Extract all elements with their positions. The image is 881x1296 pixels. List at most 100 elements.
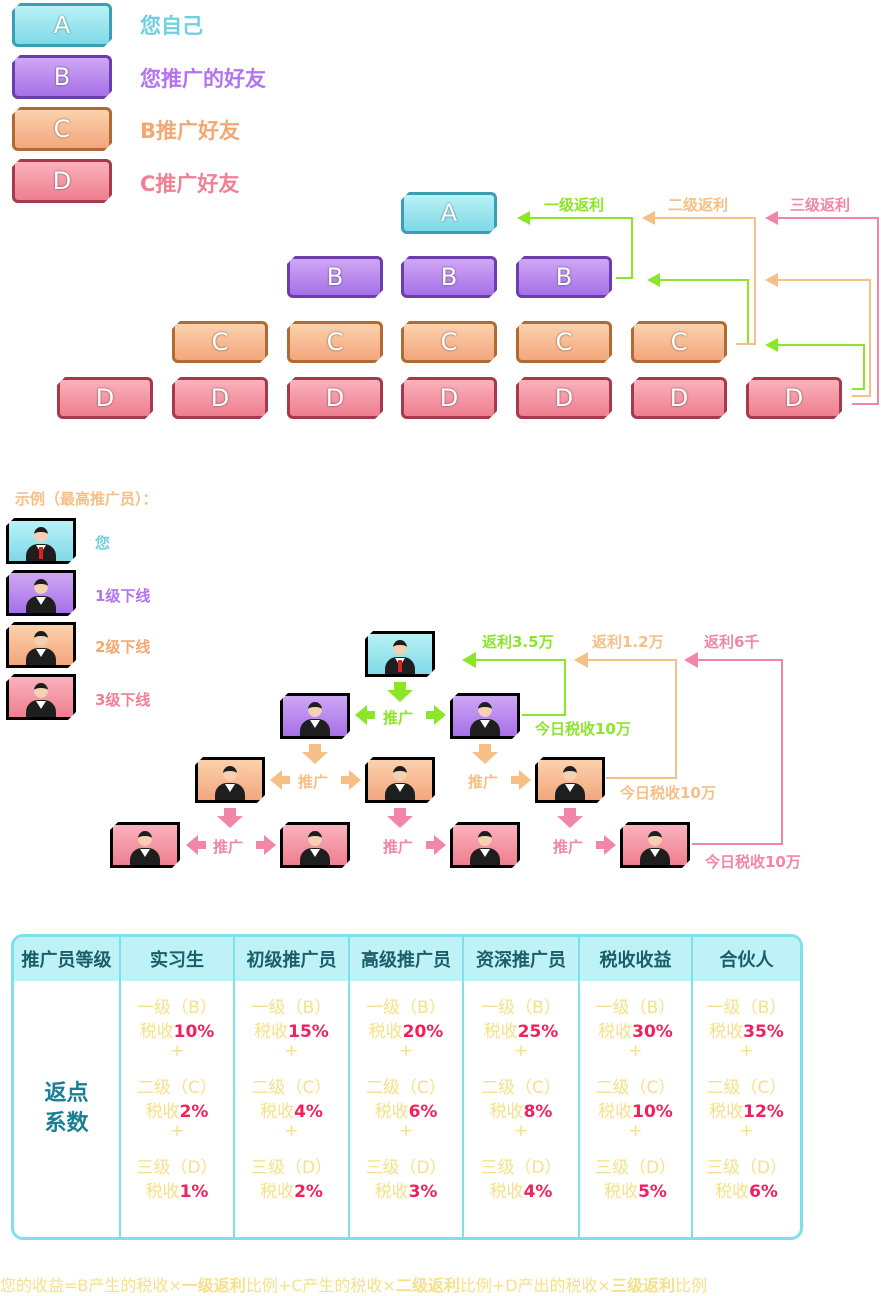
table-header-cell: 推广员等级 (14, 937, 121, 981)
level-label: 一级（B） (481, 998, 561, 1018)
tax-label: 税收 (374, 1182, 409, 1202)
example-rebate-level2: 返利1.2万 (592, 633, 664, 651)
rebate-column: 一级（B） 税收35% + 二级（C） 税收12% + 三级（D） 税收6% (693, 981, 800, 1237)
rate-value: 4% (523, 1182, 553, 1202)
example-rebate-level3: 返利6千 (704, 633, 760, 651)
promote-label: 推广 (383, 709, 414, 727)
rate-value: 10% (173, 1022, 215, 1042)
rebate-column: 一级（B） 税收25% + 二级（C） 税收8% + 三级（D） 税收4% (464, 981, 580, 1237)
tax-label: 税收 (260, 1102, 295, 1122)
rate-value: 25% (517, 1022, 559, 1042)
level-label: 三级（D） (480, 1158, 562, 1178)
rate-line: 税收1% (121, 1177, 233, 1202)
tax-label: 税收 (139, 1022, 174, 1042)
formula-footer: 您的收益=B产生的税收×一级返利比例+C产生的税收×二级返利比例+D产出的税收×… (0, 1276, 707, 1295)
level-label: 一级（B） (595, 998, 676, 1018)
table-header-cell: 实习生 (121, 937, 235, 981)
table-header: 推广员等级 实习生 初级推广员 高级推广员 资深推广员 税收收益 合伙人 (14, 937, 800, 981)
plus-sign: + (513, 1121, 529, 1141)
rate-value: 2% (179, 1102, 209, 1122)
tree-node-level3 (450, 822, 520, 868)
tax-label: 税收 (368, 1022, 403, 1042)
table-header-cell: 高级推广员 (350, 937, 464, 981)
tree-node-level3 (620, 822, 690, 868)
rebate-column: 一级（B） 税收30% + 二级（C） 税收10% + 三级（D） 税收5% (580, 981, 693, 1237)
level-label: 二级（C） (251, 1078, 332, 1098)
rate-value: 6% (749, 1182, 778, 1202)
tree-node-level3 (280, 822, 350, 868)
tax-label: 税收 (483, 1022, 518, 1042)
tax-label: 税收 (598, 1022, 633, 1042)
level-label: 三级（D） (705, 1158, 788, 1178)
promote-label: 推广 (383, 838, 414, 856)
rate-line: 税收6% (350, 1097, 462, 1122)
rebate-table: 推广员等级 实习生 初级推广员 高级推广员 资深推广员 税收收益 合伙人 返点系… (11, 934, 803, 1240)
rate-value: 3% (408, 1182, 438, 1202)
level-label: 一级（B） (137, 998, 217, 1018)
level-label: 一级（B） (366, 998, 446, 1018)
rate-line: 税收20% (350, 1017, 462, 1042)
pyramid-connectors (517, 211, 879, 405)
level-label: 三级（D） (250, 1158, 333, 1178)
tree-node-level1 (450, 693, 520, 739)
level-label: 二级（C） (595, 1078, 676, 1098)
level-label: 二级（C） (366, 1078, 446, 1098)
rate-line: 税收2% (121, 1097, 233, 1122)
level-label: 三级（D） (136, 1158, 218, 1178)
rate-value: 35% (743, 1022, 784, 1042)
tax-label: 税收 (489, 1182, 524, 1202)
rate-value: 12% (743, 1102, 784, 1122)
rate-line: 税收10% (121, 1017, 233, 1042)
tax-label: 税收 (145, 1102, 180, 1122)
plus-sign: + (169, 1041, 185, 1061)
plus-sign: + (284, 1041, 299, 1061)
tax-label: 税收 (260, 1182, 295, 1202)
table-header-cell: 初级推广员 (235, 937, 350, 981)
rebate-label-level3: 三级返利 (790, 196, 851, 214)
rate-line: 税收15% (235, 1017, 348, 1042)
tree-node-level2 (365, 757, 435, 803)
rate-value: 1% (179, 1182, 209, 1202)
promote-label: 推广 (298, 773, 329, 791)
tree-node-level2 (195, 757, 265, 803)
rate-value: 5% (638, 1182, 667, 1202)
tax-today-label: 今日税收10万 (535, 720, 631, 738)
rate-line: 税收35% (693, 1017, 800, 1042)
tax-label: 税收 (374, 1102, 409, 1122)
rate-value: 4% (294, 1102, 323, 1122)
tax-label: 税收 (715, 1182, 750, 1202)
rate-value: 8% (523, 1102, 553, 1122)
plus-sign: + (628, 1121, 643, 1141)
rate-line: 税收5% (580, 1177, 691, 1202)
promote-label: 推广 (553, 838, 584, 856)
rate-line: 税收2% (235, 1177, 348, 1202)
rate-line: 税收25% (464, 1017, 578, 1042)
rate-line: 税收8% (464, 1097, 578, 1122)
plus-sign: + (739, 1041, 754, 1061)
tree-node-level2 (535, 757, 605, 803)
rate-value: 2% (294, 1182, 323, 1202)
rebate-label-level1: 一级返利 (544, 196, 605, 214)
example-legend-level1: 1级下线 (95, 587, 151, 605)
level-label: 二级（C） (481, 1078, 561, 1098)
rebate-column: 一级（B） 税收10% + 二级（C） 税收2% + 三级（D） 税收1% (121, 981, 235, 1237)
rate-line: 税收10% (580, 1097, 691, 1122)
tree-node-you (365, 631, 435, 677)
level-label: 一级（B） (251, 998, 332, 1018)
plus-sign: + (284, 1121, 299, 1141)
tax-today-label: 今日税收10万 (620, 784, 716, 802)
tax-label: 税收 (254, 1022, 289, 1042)
avatar-you (6, 518, 76, 564)
example-legend-you: 您 (95, 534, 111, 552)
table-header-cell: 合伙人 (719, 950, 774, 971)
rate-line: 税收3% (350, 1177, 462, 1202)
promote-label: 推广 (213, 838, 244, 856)
plus-sign: + (398, 1121, 414, 1141)
level-label: 二级（C） (137, 1078, 217, 1098)
avatar-level1 (6, 570, 76, 616)
rate-line: 税收4% (464, 1177, 578, 1202)
rate-line: 税收12% (693, 1097, 800, 1122)
tax-label: 税收 (604, 1182, 639, 1202)
plus-sign: + (398, 1041, 414, 1061)
rate-value: 20% (402, 1022, 444, 1042)
